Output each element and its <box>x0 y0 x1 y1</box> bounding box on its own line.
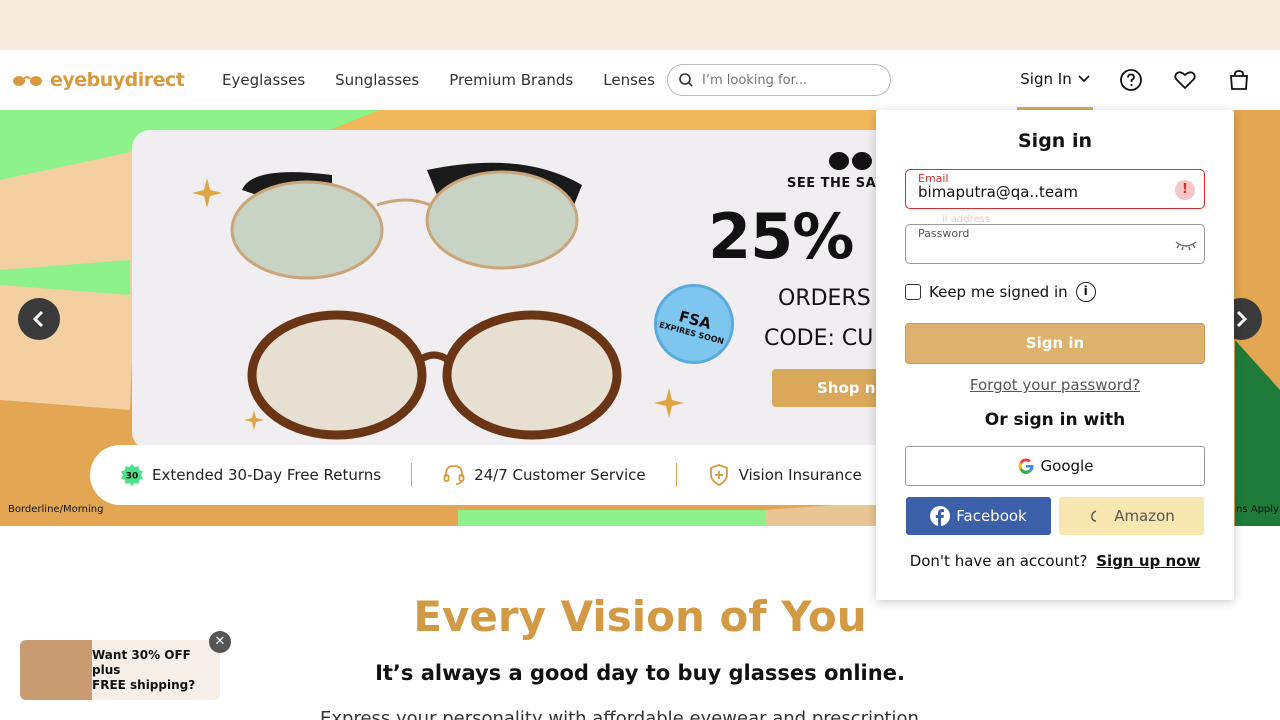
facebook-signin-button[interactable]: Facebook <box>906 497 1051 535</box>
keep-signed-in-label: Keep me signed in <box>929 283 1068 301</box>
error-icon: ! <box>1175 180 1195 200</box>
feature-vision-insurance: Vision Insurance <box>707 463 862 487</box>
promo-popup-text: Want 30% OFF plus FREE shipping? <box>92 648 220 693</box>
forgot-password-link[interactable]: Forgot your password? <box>876 376 1234 394</box>
help-icon[interactable] <box>1119 68 1143 92</box>
returns-badge-icon: 30 <box>121 464 143 486</box>
feature-vision-insurance-label: Vision Insurance <box>738 466 862 484</box>
headset-icon <box>443 465 465 485</box>
glasses-logo-icon <box>13 76 42 86</box>
promo-popup-line2: FREE shipping? <box>92 677 196 692</box>
google-signin-button[interactable]: Google <box>905 446 1205 486</box>
sparkle-icon <box>654 388 684 418</box>
hero-orders-line: ORDERS <box>778 286 871 311</box>
returns-badge-number: 30 <box>126 472 139 482</box>
signin-panel-title: Sign in <box>1018 130 1092 152</box>
logo-text: eyebuydirect <box>50 69 185 91</box>
promo-popup[interactable]: Want 30% OFF plus FREE shipping? <box>20 640 220 700</box>
site-header: eyebuydirect Eyeglasses Sunglasses Premi… <box>0 50 1280 110</box>
feature-returns-label: Extended 30-Day Free Returns <box>152 466 382 484</box>
nav-premium-brands[interactable]: Premium Brands <box>449 71 573 89</box>
promo-popup-line1: Want 30% OFF plus <box>92 647 191 677</box>
promo-bar <box>0 0 1280 50</box>
features-strip: 30 Extended 30-Day Free Returns 24/7 Cus… <box>90 445 930 505</box>
divider <box>411 463 413 487</box>
feature-customer-service: 24/7 Customer Service <box>442 463 646 487</box>
info-icon[interactable]: i <box>1075 282 1096 302</box>
keep-signed-in-checkbox[interactable] <box>905 284 921 300</box>
close-icon[interactable]: ✕ <box>209 631 231 653</box>
search-box[interactable] <box>667 64 891 96</box>
signup-link[interactable]: Sign up now <box>1096 552 1200 570</box>
nav-eyeglasses[interactable]: Eyeglasses <box>222 71 305 89</box>
password-input[interactable] <box>918 238 1168 256</box>
heart-icon[interactable] <box>1173 68 1197 92</box>
signin-menu-button[interactable]: Sign In <box>1017 50 1093 110</box>
logo[interactable]: eyebuydirect <box>12 69 185 91</box>
sparkle-icon <box>244 410 264 430</box>
carousel-prev-button[interactable] <box>18 298 60 340</box>
keep-signed-in[interactable]: Keep me signed in i <box>905 282 1096 302</box>
chevron-left-icon <box>32 310 44 328</box>
feature-returns: 30 Extended 30-Day Free Returns <box>120 463 381 487</box>
no-account-text: Don't have an account? <box>909 552 1088 570</box>
eyeglasses-product-image <box>230 162 622 440</box>
google-signin-label: Google <box>1040 457 1094 475</box>
signin-submit-button[interactable]: Sign in <box>905 323 1205 364</box>
facebook-icon <box>930 506 951 526</box>
hero-terms-caption: ns Apply <box>1236 504 1279 515</box>
search-input[interactable] <box>702 72 882 88</box>
hero-eyebrow: SEE THE SAV <box>787 176 886 191</box>
google-icon <box>1018 458 1034 474</box>
search-icon <box>679 73 693 87</box>
main-nav: Eyeglasses Sunglasses Premium Brands Len… <box>222 71 655 89</box>
chevron-down-icon <box>1078 74 1090 82</box>
email-input[interactable] <box>918 183 1168 201</box>
glasses-logo-icon <box>829 152 872 170</box>
signin-panel: Sign in Email ! il address Password Keep… <box>876 110 1234 600</box>
nav-sunglasses[interactable]: Sunglasses <box>335 71 419 89</box>
chevron-right-icon <box>1236 310 1248 328</box>
sparkle-icon <box>192 178 222 208</box>
eye-closed-icon[interactable] <box>1174 239 1198 253</box>
divider <box>675 463 677 487</box>
shield-icon <box>709 464 728 487</box>
amazon-signin-label: Amazon <box>1114 507 1175 525</box>
hero-code-line: CODE: CU <box>764 326 874 351</box>
signup-prompt: Don't have an account? Sign up now <box>876 552 1234 570</box>
promo-popup-image <box>20 640 92 700</box>
amazon-signin-button[interactable]: Amazon <box>1059 497 1204 535</box>
cart-icon[interactable] <box>1227 68 1251 92</box>
social-signin-heading: Or sign in with <box>984 410 1126 430</box>
hero-caption: Borderline/Morning <box>8 504 104 515</box>
section-body: Express your personality with affordable… <box>320 710 960 720</box>
signin-menu-label: Sign In <box>1020 69 1072 88</box>
email-field[interactable]: Email ! <box>905 169 1205 209</box>
feature-customer-service-label: 24/7 Customer Service <box>474 466 646 484</box>
loading-spinner-icon <box>1091 510 1097 522</box>
password-field[interactable]: Password <box>905 224 1205 264</box>
nav-lenses[interactable]: Lenses <box>603 71 655 89</box>
facebook-signin-label: Facebook <box>956 507 1027 525</box>
